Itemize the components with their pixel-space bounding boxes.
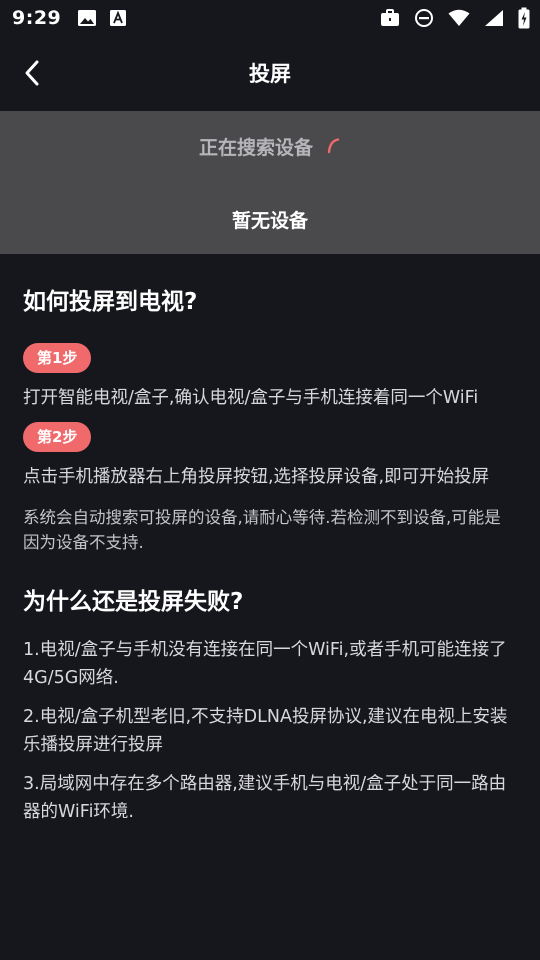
page-title: 投屏	[249, 62, 291, 86]
battery-charging-icon	[518, 7, 530, 29]
howto-title: 如何投屏到电视?	[23, 289, 198, 315]
howto-note: 系统会自动搜索可投屏的设备,请耐心等待.若检测不到设备,可能是因为设备不支持.	[23, 508, 501, 552]
searching-row: 正在搜索设备	[0, 133, 540, 160]
failure-reason-1: 1.电视/盒子与手机没有连接在同一个WiFi,或者手机可能连接了4G/5G网络.	[23, 640, 507, 688]
step-1-badge: 第1步	[23, 343, 92, 373]
loading-spinner-icon	[327, 137, 340, 153]
failure-reason-2: 2.电视/盒子机型老旧,不支持DLNA投屏协议,建议在电视上安装乐播投屏进行投屏	[23, 707, 508, 755]
step-2-text: 点击手机播放器右上角投屏按钮,选择投屏设备,即可开始投屏	[23, 467, 490, 487]
status-left-icons	[77, 9, 127, 27]
failure-title: 为什么还是投屏失败?	[23, 589, 244, 615]
failure-reason-3: 3.局域网中存在多个路由器,建议手机与电视/盒子处于同一路由器的WiFi环境.	[23, 774, 507, 822]
image-icon	[78, 10, 97, 26]
app-bar: 投屏	[0, 36, 540, 110]
no-device-text: 暂无设备	[231, 210, 308, 232]
help-content: 如何投屏到电视? 第1步 打开智能电视/盒子,确认电视/盒子与手机连接着同一个W…	[23, 285, 513, 826]
do-not-disturb-icon	[415, 9, 433, 27]
status-right-icons	[380, 7, 530, 29]
font-download-icon	[110, 10, 127, 26]
status-bar: 9:29	[0, 0, 540, 36]
device-panel: 正在搜索设备 暂无设备	[0, 111, 540, 254]
signal-icon	[485, 10, 503, 26]
searching-text: 正在搜索设备	[198, 137, 313, 159]
briefcase-icon	[381, 9, 399, 26]
status-time: 9:29	[12, 7, 62, 29]
wifi-icon	[448, 9, 470, 26]
step-2-badge: 第2步	[23, 422, 92, 452]
step-1-text: 打开智能电视/盒子,确认电视/盒子与手机连接着同一个WiFi	[23, 388, 479, 408]
